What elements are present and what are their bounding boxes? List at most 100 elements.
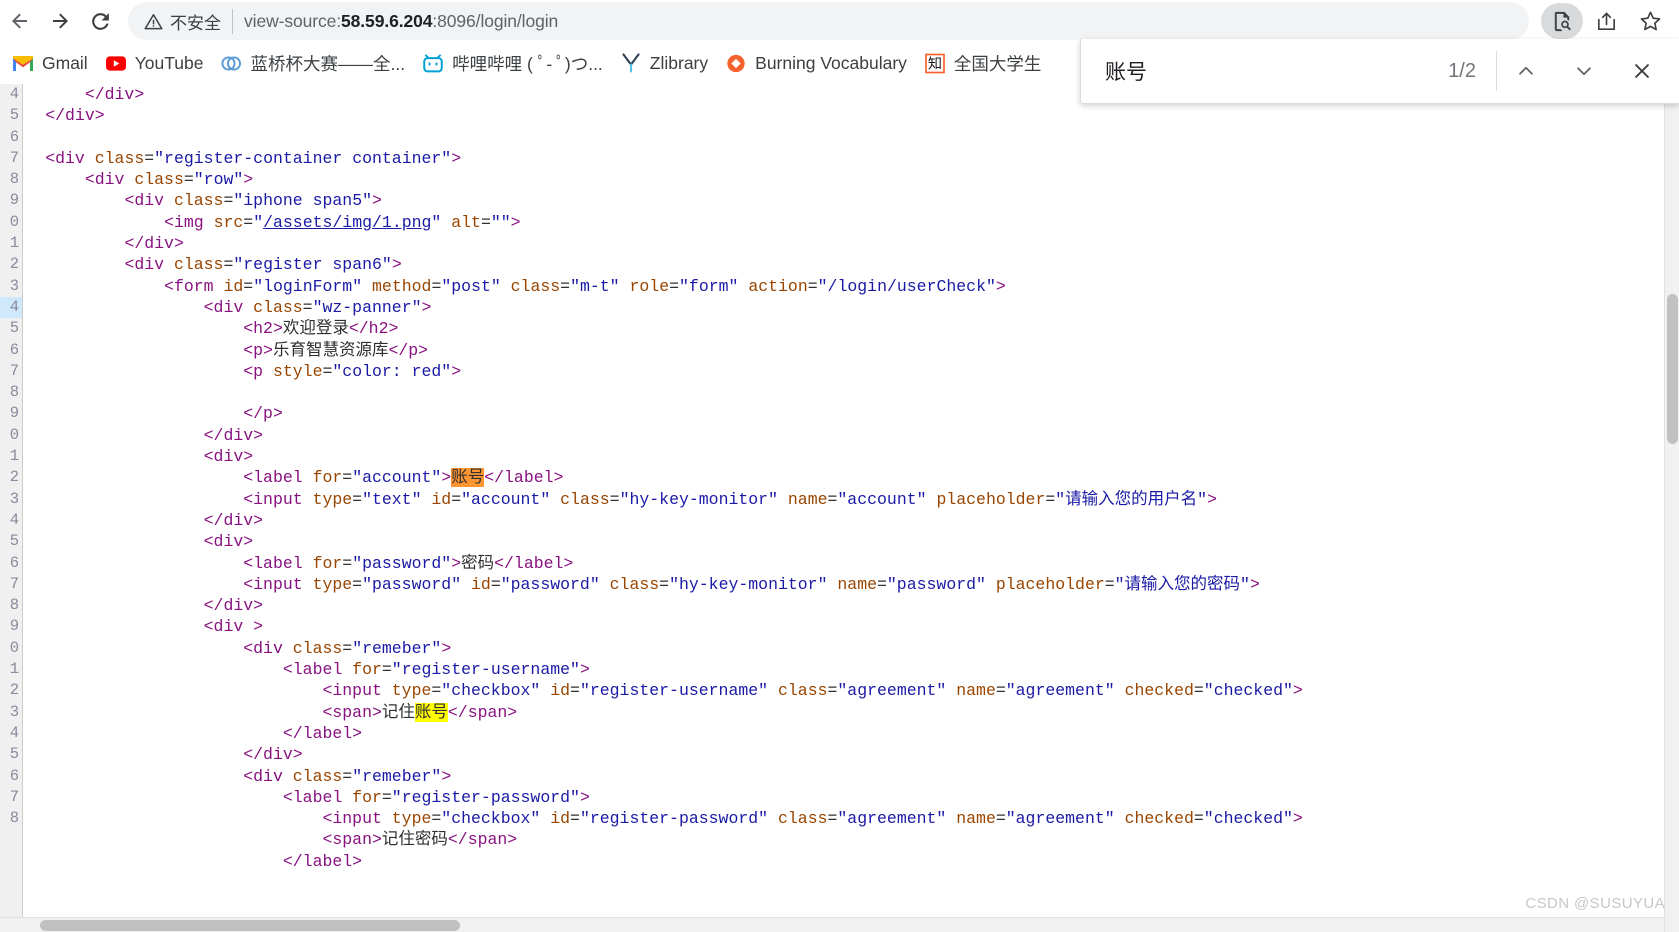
source-token: 密码 [461,553,495,573]
bookmark-label: 全国大学生 [953,53,1042,74]
source-token: > [441,766,452,786]
source-token [0,277,164,296]
source-token: <label [243,468,313,488]
source-token: class [292,766,343,786]
source-token: action [748,276,808,296]
source-token: <div [124,255,174,275]
source-token: "请输入您的密码" [1114,574,1250,594]
source-token [0,426,204,445]
source-link[interactable]: /assets/img/1.png [263,213,431,232]
source-token: role [629,276,670,296]
source-line [0,127,1621,148]
bilibili-icon [423,53,443,73]
source-token: = [560,276,571,296]
source-token: </div> [203,596,264,616]
source-token [0,191,124,210]
source-line: <p>乐育智慧资源库</p> [0,340,1621,361]
source-token: = [807,276,818,296]
source-token: "checkbox" [441,681,551,701]
find-previous-button[interactable] [1497,43,1555,99]
share-button[interactable] [1585,3,1627,39]
source-token: </span> [447,702,518,722]
bookmark-quanguo-daxuesheng[interactable]: 知 全国大学生 [916,47,1051,79]
source-token: <div [243,766,293,786]
source-token: type [391,681,432,701]
source-token: "account" [837,489,937,509]
source-token: = [669,276,680,296]
find-match-active: 账号 [451,468,485,488]
source-token: </div> [84,85,145,104]
source-token: for [312,553,343,573]
horizontal-scrollbar[interactable] [0,917,1664,932]
bookmark-lanqiao[interactable]: 蓝桥杯大赛——全... [212,47,414,79]
source-token: = [451,489,462,509]
source-token: = [995,681,1006,701]
bookmark-burning-vocabulary[interactable]: Burning Vocabulary [717,47,916,79]
close-icon [1635,64,1649,78]
source-token: <div [243,638,293,658]
horizontal-scrollbar-thumb[interactable] [40,920,460,931]
source-token: id [550,681,571,701]
find-next-button[interactable] [1555,43,1613,99]
source-token: checked [1124,681,1194,701]
source-line: <input type="checkbox" id="register-user… [0,680,1621,701]
source-token [0,511,204,530]
source-token: id [550,809,571,829]
vertical-scrollbar[interactable] [1664,84,1679,932]
lanqiao-icon [221,53,242,73]
source-token [0,724,283,743]
source-code-view[interactable]: </div> </div> <div class="register-conta… [0,84,1621,932]
source-token: = [877,574,887,594]
source-line: <div class="remeber"> [0,638,1621,659]
source-token: <p [243,361,273,381]
bookmark-button[interactable] [1629,3,1671,39]
source-line: </p> [0,403,1621,424]
find-input[interactable] [1103,58,1449,84]
source-token: = [342,638,353,658]
source-token: 记住 [381,702,415,722]
source-token: <form [164,276,224,296]
source-token: class [253,297,303,317]
source-line: <p style="color: red"> [0,361,1621,382]
source-token [0,85,85,104]
source-token: "form" [679,276,749,296]
address-bar[interactable]: 不安全 view-source:58.59.6.204:8096/login/l… [128,2,1529,40]
gmail-icon [13,53,33,73]
back-button[interactable] [0,1,40,41]
source-token [0,617,204,636]
source-token [0,170,85,189]
source-token [0,362,243,381]
source-token: = [342,468,353,488]
find-in-page-icon [1554,11,1571,31]
source-line: <div class="remeber"> [0,766,1621,787]
forward-button[interactable] [40,1,80,41]
source-token: checked [1124,809,1194,829]
source-token: </label> [494,553,574,573]
bookmark-gmail[interactable]: Gmail [4,47,97,79]
view-source-page: 45678901234567890123456789012345678 </di… [0,84,1679,932]
reload-button[interactable] [80,1,120,41]
source-token: = [1193,681,1204,701]
source-line: <div> [0,531,1621,552]
bookmark-star-icon [1640,11,1660,30]
source-token: = [352,489,363,509]
source-token [0,660,283,679]
source-line: <div class="register span6"> [0,254,1621,275]
source-token [0,767,243,786]
vertical-scrollbar-thumb[interactable] [1667,294,1678,444]
source-token: = [570,809,580,829]
source-token: <p> [243,340,273,360]
bookmark-zlibrary[interactable]: Zlibrary [612,47,717,79]
source-token [0,532,204,551]
source-token: > [995,276,1006,296]
bookmark-youtube[interactable]: YouTube [97,47,213,79]
source-token: 乐育智慧资源库 [272,340,389,360]
security-status-chip[interactable]: 不安全 [144,8,233,34]
source-token: = [431,681,442,701]
bookmark-bilibili[interactable]: 哔哩哔哩 ( ﾟ- ﾟ)つ... [414,47,612,79]
find-close-button[interactable] [1613,43,1671,99]
source-token [0,149,45,168]
find-in-page-button[interactable] [1541,3,1583,39]
source-token: class [560,489,610,509]
source-token: </p> [388,340,429,360]
